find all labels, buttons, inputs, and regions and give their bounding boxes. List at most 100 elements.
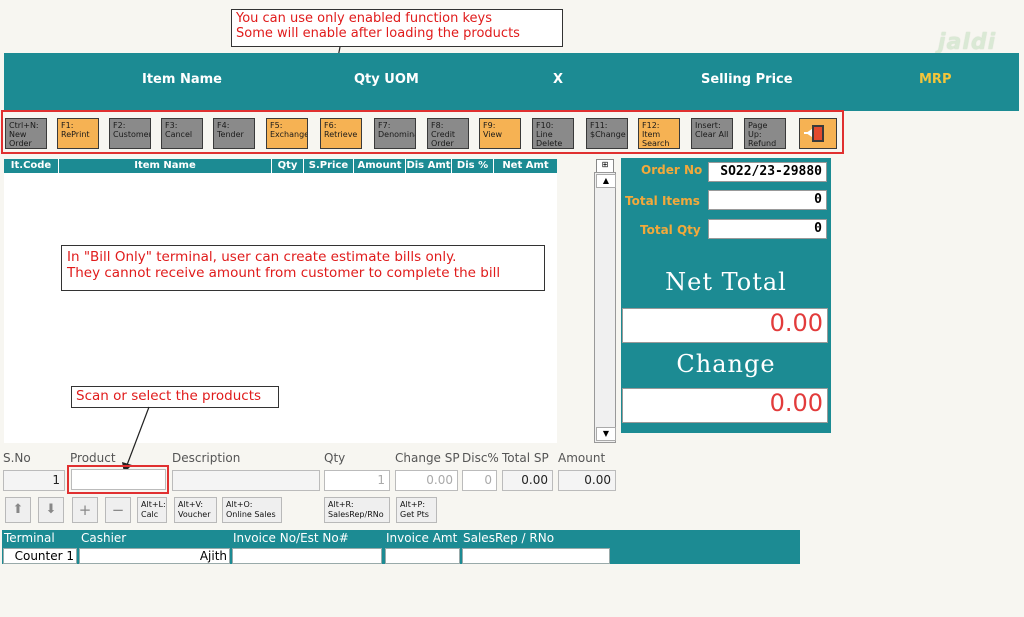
- items-grid-header: It.Code Item Name Qty S.Price Amount Dis…: [4, 159, 557, 173]
- get-points-label: Get Pts: [400, 510, 429, 519]
- get-points-button[interactable]: Alt+P: Get Pts: [396, 497, 437, 523]
- header-selling-price: Selling Price: [701, 72, 793, 87]
- change-sp-field[interactable]: 0.00: [395, 470, 458, 491]
- scroll-up-icon[interactable]: ▲: [596, 174, 616, 188]
- fkey-refund-button[interactable]: Page Up: Refund: [744, 118, 786, 149]
- callout-text: You can use only enabled function keys: [236, 11, 493, 26]
- product-label: Product: [70, 451, 116, 465]
- fkey-item-search-button[interactable]: F12: Item Search: [638, 118, 680, 149]
- fkey-label: F11:: [590, 121, 608, 130]
- item-header-bar: Item Name Qty UOM X Selling Price MRP: [4, 53, 1019, 111]
- fkey-label: Cancel: [165, 130, 193, 139]
- voucher-button[interactable]: Alt+V: Voucher: [174, 497, 217, 523]
- fkey-label: F7:: [378, 121, 391, 130]
- description-label: Description: [172, 451, 241, 465]
- fkey-line-delete-button[interactable]: F10: Line Delete: [532, 118, 574, 149]
- function-key-bar: Ctrl+N: New Order F1: RePrint F2: Customer F3: C…: [1, 110, 844, 154]
- grid-config-icon[interactable]: ⊞: [596, 159, 614, 173]
- minus-icon: −: [111, 501, 125, 519]
- fkey-customer-button[interactable]: F2: Customer: [109, 118, 151, 149]
- move-up-button[interactable]: ⬆: [5, 497, 31, 523]
- product-input[interactable]: [71, 469, 166, 490]
- sno-field: 1: [3, 470, 65, 491]
- disc-label: Disc%: [462, 451, 499, 465]
- total-sp-label: Total SP: [502, 451, 549, 465]
- fkey-label: Clear All: [695, 130, 729, 139]
- fkey-label: Line: [536, 130, 553, 139]
- online-sales-button[interactable]: Alt+O: Online Sales: [222, 497, 282, 523]
- salesrep-footer-label: SalesRep / RNo: [463, 531, 555, 545]
- qty-label: Qty: [324, 451, 346, 465]
- arrow-up-icon: ⬆: [12, 502, 24, 517]
- amount-field: 0.00: [558, 470, 616, 491]
- fkey-label: Refund: [748, 139, 777, 148]
- callout-text: They cannot receive amount from customer…: [67, 264, 501, 281]
- fkey-clear-all-button[interactable]: Insert: Clear All: [691, 118, 733, 149]
- cashier-label: Cashier: [81, 531, 127, 545]
- fkey-label: View: [483, 130, 502, 139]
- invoice-amt-label: Invoice Amt: [386, 531, 458, 545]
- calc-button[interactable]: Alt+L: Calc: [137, 497, 167, 523]
- move-down-button[interactable]: ⬇: [38, 497, 64, 523]
- fkey-label: Tender: [217, 130, 244, 139]
- fkey-tender-button[interactable]: F4: Tender: [213, 118, 255, 149]
- fkey-label: New: [9, 130, 27, 139]
- fkey-label: Delete: [536, 139, 563, 148]
- total-qty-value: 0: [708, 219, 827, 239]
- order-no-value: SO22/23-29880: [708, 162, 827, 182]
- terminal-value: Counter 1: [3, 548, 77, 564]
- qty-field[interactable]: 1: [324, 470, 390, 491]
- fkey-label: F2:: [113, 121, 126, 130]
- disc-field[interactable]: 0: [462, 470, 497, 491]
- arrow-down-icon: ⬇: [45, 502, 57, 517]
- col-item-name: Item Name: [59, 159, 272, 173]
- callout-text: In "Bill Only" terminal, user can create…: [67, 249, 457, 265]
- online-sales-label: Online Sales: [226, 510, 276, 519]
- exit-button[interactable]: [799, 118, 837, 149]
- voucher-label: Voucher: [178, 510, 211, 519]
- description-field[interactable]: [172, 470, 320, 491]
- col-dis-amt: Dis Amt: [406, 159, 452, 173]
- bill-only-callout: In "Bill Only" terminal, user can create…: [61, 245, 545, 291]
- fkey-label: F10:: [536, 121, 554, 130]
- fkey-label: Ctrl+N:: [9, 121, 39, 130]
- salesrep-button[interactable]: Alt+R: SalesRep/RNo: [324, 497, 390, 523]
- col-dis-pct: Dis %: [452, 159, 494, 173]
- fkey-cancel-button[interactable]: F3: Cancel: [161, 118, 203, 149]
- grid-scrollbar[interactable]: ▲ ▼: [594, 172, 616, 443]
- change-label: Change: [676, 350, 776, 378]
- fkey-credit-order-button[interactable]: F8: Credit Order: [427, 118, 469, 149]
- voucher-label: Alt+V:: [178, 500, 204, 509]
- fkey-label: Retrieve: [324, 130, 358, 139]
- increment-button[interactable]: +: [72, 497, 98, 523]
- fkey-change-button[interactable]: F11: $Change: [586, 118, 628, 149]
- fkey-denomination-button[interactable]: F7: Denomina: [374, 118, 416, 149]
- terminal-label: Terminal: [4, 531, 55, 545]
- fkey-retrieve-button[interactable]: F6: Retrieve: [320, 118, 362, 149]
- decrement-button[interactable]: −: [105, 497, 131, 523]
- order-no-label: Order No: [641, 163, 703, 177]
- col-amount: Amount: [354, 159, 406, 173]
- plus-icon: +: [78, 501, 92, 519]
- cashier-value: Ajith: [79, 548, 230, 564]
- net-total-label: Net Total: [665, 268, 787, 296]
- fkey-label: Denomina: [378, 130, 416, 139]
- fkey-view-button[interactable]: F9: View: [479, 118, 521, 149]
- total-qty-label: Total Qty: [640, 223, 701, 237]
- salesrep-label: SalesRep/RNo: [328, 510, 384, 519]
- fkey-exchange-button[interactable]: F5: Exchange: [266, 118, 308, 149]
- header-x: X: [553, 72, 564, 87]
- fkey-label: Exchange: [270, 130, 308, 139]
- scroll-down-icon[interactable]: ▼: [596, 427, 616, 441]
- amount-label: Amount: [558, 451, 606, 465]
- exit-door-icon: [804, 125, 824, 142]
- calc-label: Calc: [141, 510, 159, 519]
- total-sp-field: 0.00: [502, 470, 553, 491]
- fkey-label: Page Up:: [748, 121, 768, 139]
- header-mrp: MRP: [919, 72, 952, 87]
- fkey-reprint-button[interactable]: F1: RePrint: [57, 118, 99, 149]
- fkey-label: F6:: [324, 121, 337, 130]
- fkey-new-order-button[interactable]: Ctrl+N: New Order: [5, 118, 47, 149]
- fkey-label: Insert:: [695, 121, 721, 130]
- fkey-label: $Change: [590, 130, 626, 139]
